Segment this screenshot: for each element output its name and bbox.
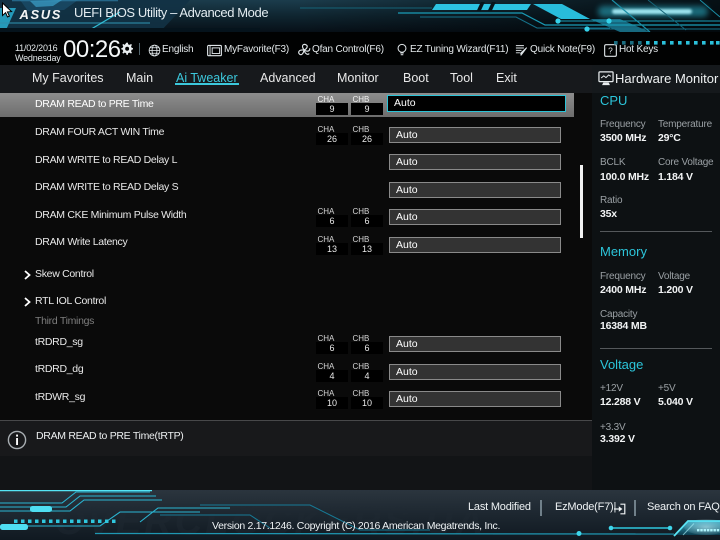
svg-text:ASUS: ASUS [19,7,63,22]
svg-text:?: ? [608,46,613,56]
